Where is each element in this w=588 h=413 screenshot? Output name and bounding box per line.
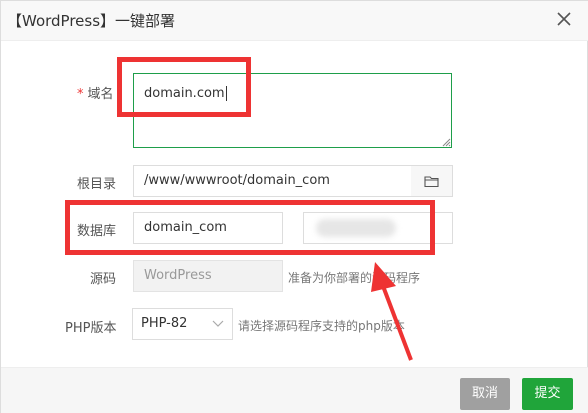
resize-grip-icon[interactable] [442,138,451,147]
close-icon[interactable] [554,9,574,29]
domain-label: * 域名 [77,83,114,102]
source-label: 源码 [90,272,117,287]
root-dir-input[interactable]: /www/wwwroot/domain_com [133,165,412,197]
folder-icon [423,175,439,187]
domain-label-text: 域名 [87,87,114,102]
php-version-label: PHP版本 [65,321,117,336]
cancel-button[interactable]: 取消 [460,378,510,410]
dialog-title: 【WordPress】一键部署 [7,12,176,30]
php-version-selected: PHP-82 [141,316,188,331]
php-version-select[interactable]: PHP-82 [132,308,233,340]
chevron-down-icon [212,320,224,327]
folder-button[interactable] [411,165,453,197]
highlight-box-domain [117,57,251,117]
deploy-dialog: 【WordPress】一键部署 * 域名 domain.com 根目录 /www/… [0,0,588,413]
highlight-box-database [65,200,435,255]
required-mark: * [77,87,84,102]
annotation-arrow-icon [371,262,413,361]
dialog-header: 【WordPress】一键部署 [1,1,588,41]
submit-button[interactable]: 提交 [522,378,573,410]
source-input: WordPress [133,260,283,292]
root-dir-label: 根目录 [77,177,117,192]
